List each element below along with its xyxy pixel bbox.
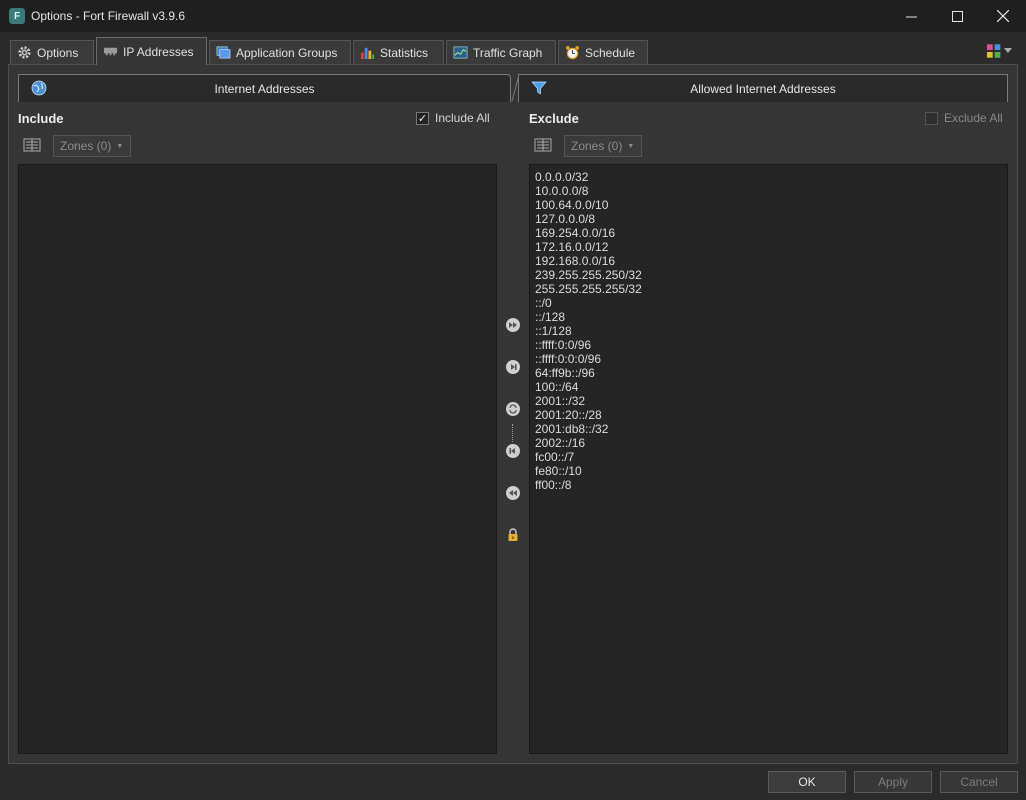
include-zones-dropdown[interactable]: Zones (0) ▼ [53,135,131,157]
address-line: 127.0.0.0/8 [535,212,596,226]
network-card-icon [103,44,118,59]
arrow-left-icon [506,444,520,458]
internet-addresses-header[interactable]: Internet Addresses [18,74,511,102]
chevron-down-icon [1004,48,1012,53]
globe-icon [31,80,47,96]
lock-icon [508,528,518,541]
title-bar: F Options - Fort Firewall v3.9.6 [0,0,1026,32]
fort-firewall-app-icon: F [9,8,25,24]
lock-button[interactable] [505,527,521,543]
chevron-down-icon: ▼ [116,142,124,150]
maximize-button[interactable] [934,0,980,32]
tab-ip-addresses[interactable]: IP Addresses [96,37,207,65]
include-all-check-box[interactable]: ✓ [416,111,429,125]
close-button[interactable] [980,0,1026,32]
arrow-right-icon [506,360,520,374]
address-line: 255.255.255.255/32 [535,282,642,296]
internet-addresses-title: Internet Addresses [214,81,315,96]
address-line: 10.0.0.0/8 [535,184,589,198]
address-line: 100.64.0.0/10 [535,198,609,212]
layout-menu-button[interactable] [986,42,1012,60]
address-line: 239.255.255.250/32 [535,268,642,282]
address-line: 64:ff9b::/96 [535,366,595,380]
allowed-internet-addresses-header[interactable]: Allowed Internet Addresses [518,74,1008,102]
move-all-left-button[interactable] [505,485,521,501]
include-all-label: Include All [435,111,490,125]
include-all-checkbox[interactable]: ✓ Include All [416,111,490,125]
exclude-title: Exclude [529,111,579,126]
window-group-icon [216,45,231,60]
alarm-clock-icon [565,45,580,60]
include-addresses-textarea[interactable] [18,164,497,754]
cancel-button[interactable]: Cancel [940,771,1018,793]
bar-chart-icon [360,45,375,60]
zones-list-icon[interactable] [23,137,41,153]
address-line: 0.0.0.0/32 [535,170,589,184]
include-title: Include [18,111,64,126]
address-line: ::/0 [535,296,552,310]
double-arrow-right-icon [506,318,520,332]
tab-statistics[interactable]: Statistics [353,40,444,64]
minimize-icon [905,16,917,17]
address-line: ::ffff:0:0/96 [535,338,592,352]
address-line: fc00::/7 [535,450,575,464]
tab-label: Application Groups [236,45,338,60]
tab-bar: Options IP Addresses Application Groups … [0,36,1026,65]
swap-button[interactable] [505,401,521,417]
address-line: ::1/128 [535,324,572,338]
tab-label: Statistics [380,45,429,60]
move-right-button[interactable] [505,359,521,375]
gear-icon [17,45,32,60]
tab-options[interactable]: Options [10,40,94,64]
address-line: ::/128 [535,310,566,324]
tab-schedule[interactable]: Schedule [558,40,648,64]
move-all-right-button[interactable] [505,317,521,333]
address-line: 2002::/16 [535,436,586,450]
exclude-all-checkbox[interactable]: Exclude All [925,111,1003,125]
middle-separator [512,424,514,442]
tab-traffic-graph[interactable]: Traffic Graph [446,40,556,64]
minimize-button[interactable] [888,0,934,32]
address-line: 169.254.0.0/16 [535,226,616,240]
ok-button[interactable]: OK [768,771,846,793]
exclude-zones-label: Zones (0) [571,139,623,153]
double-arrow-left-icon [506,486,520,500]
close-icon [997,10,1009,22]
address-line: 2001:db8::/32 [535,422,609,436]
maximize-icon [951,10,963,22]
apply-button[interactable]: Apply [854,771,932,793]
address-line: 2001::/32 [535,394,586,408]
tab-application-groups[interactable]: Application Groups [209,40,351,64]
address-line: fe80::/10 [535,464,582,478]
exclude-all-check-box[interactable] [925,111,938,125]
swap-icon [506,402,520,416]
exclude-addresses-textarea[interactable]: 0.0.0.0/32 10.0.0.0/8 100.64.0.0/10 127.… [529,164,1008,754]
tab-label: Options [37,45,79,60]
window-controls [888,0,1026,32]
filter-icon [531,81,547,95]
tiles-icon [986,44,1001,58]
graph-icon [453,45,468,60]
address-line: ff00::/8 [535,478,572,492]
include-zones-label: Zones (0) [60,139,112,153]
zones-list-icon[interactable] [534,137,552,153]
window-title: Options - Fort Firewall v3.9.6 [31,9,186,23]
address-line: 2001:20::/28 [535,408,602,422]
address-line: 100::/64 [535,380,579,394]
address-line: 192.168.0.0/16 [535,254,616,268]
tab-label: Traffic Graph [473,45,543,60]
tab-label: Schedule [585,45,636,60]
exclude-zones-dropdown[interactable]: Zones (0) ▼ [564,135,642,157]
chevron-down-icon: ▼ [627,142,635,150]
address-line: ::ffff:0:0:0/96 [535,352,602,366]
address-line: 172.16.0.0/12 [535,240,609,254]
allowed-internet-addresses-title: Allowed Internet Addresses [690,81,836,96]
exclude-all-label: Exclude All [944,111,1003,125]
move-left-button[interactable] [505,443,521,459]
tab-label: IP Addresses [123,44,194,59]
